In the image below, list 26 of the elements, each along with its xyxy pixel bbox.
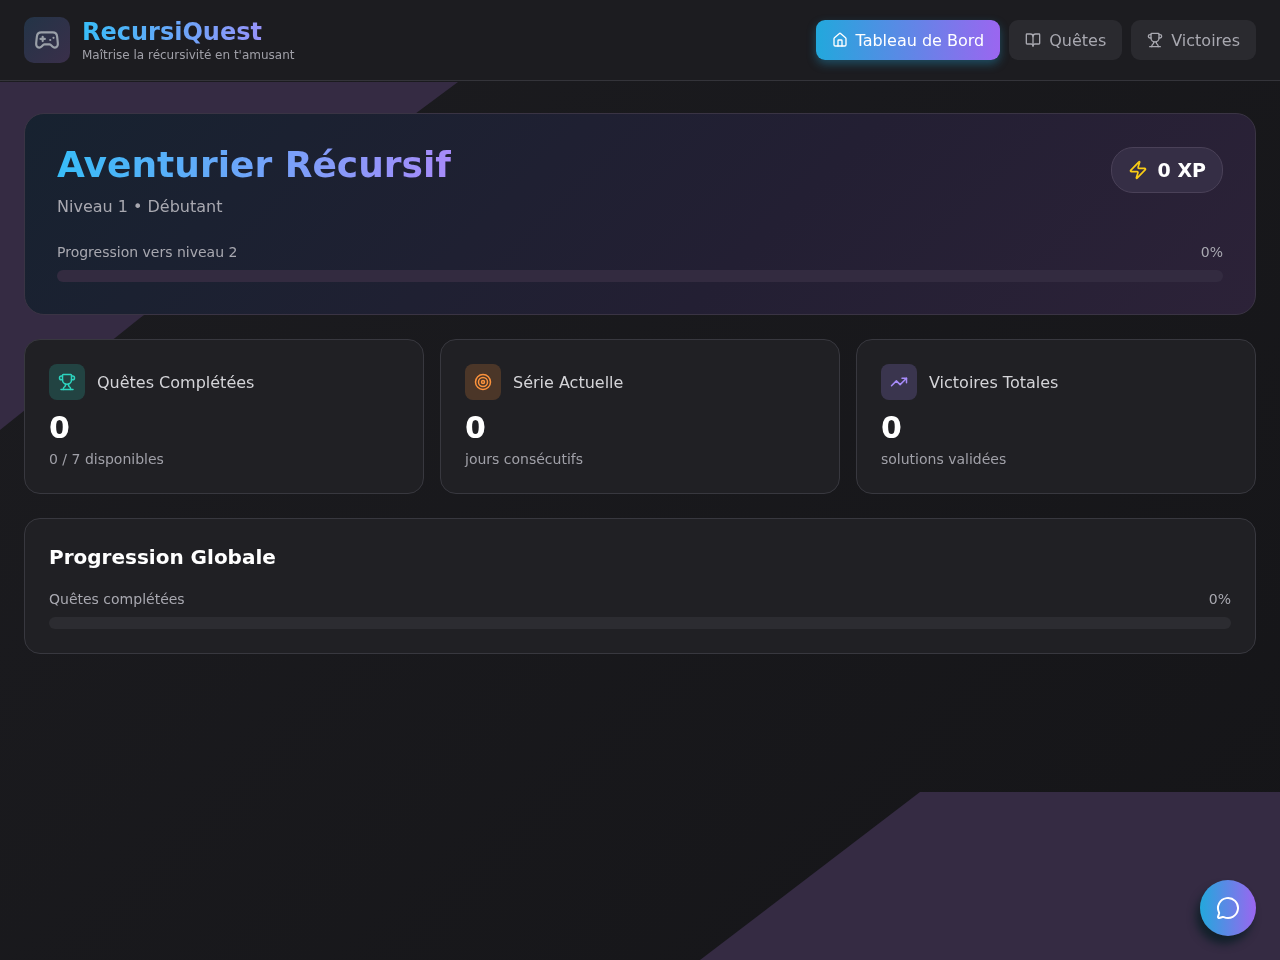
panel-title: Progression Globale: [49, 545, 277, 569]
gamepad-icon: [24, 17, 70, 63]
progress-reading: 0%: [1208, 591, 1231, 607]
nav-tab[interactable]: Quêtes: [1009, 20, 1123, 60]
stat-title: Quêtes Complétées: [97, 372, 255, 392]
progress-label: Quêtes complétées: [49, 591, 185, 607]
stat-caption: 0 / 7 disponibles: [49, 451, 165, 467]
xp-badge: 0 XP: [1110, 147, 1223, 193]
stat-value: 0: [881, 410, 903, 445]
nav-tab[interactable]: Tableau de Bord: [815, 20, 1001, 60]
stat-value: 0: [49, 410, 71, 445]
progress-label: Progression vers niveau 2: [57, 244, 238, 260]
stat-caption: jours consécutifs: [465, 451, 585, 467]
stat-title: Série Actuelle: [513, 372, 624, 392]
chat-icon: [1216, 896, 1240, 920]
book-icon: [1025, 32, 1042, 48]
stat-title: Victoires Totales: [929, 372, 1059, 392]
lightning-icon: [1127, 160, 1148, 180]
app-subtitle: Maîtrise la récursivité en t'amusant: [82, 48, 295, 62]
stat-value: 0: [465, 410, 487, 445]
trophy-icon: [1147, 32, 1164, 48]
profile-level: Niveau 1 • Débutant: [57, 197, 224, 216]
home-icon: [831, 32, 848, 48]
stat-caption: solutions validées: [881, 451, 1008, 467]
nav-tab[interactable]: Victoires: [1131, 20, 1256, 60]
progress-reading: 0%: [1200, 244, 1223, 260]
